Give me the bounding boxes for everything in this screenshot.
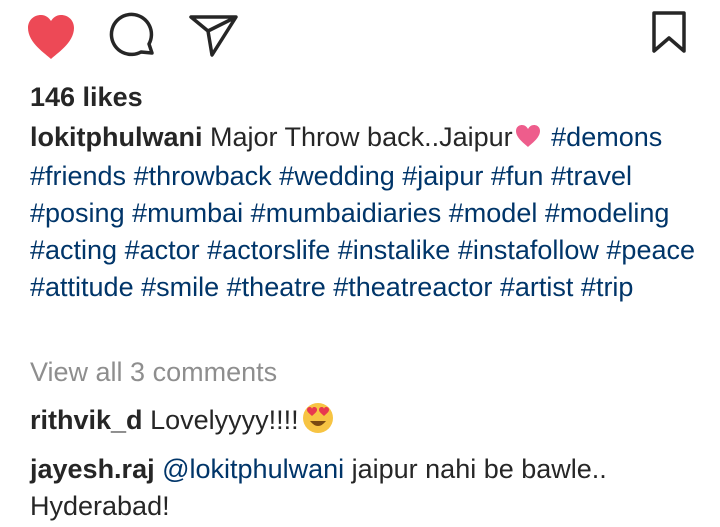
- hashtag-link[interactable]: #artist: [500, 272, 574, 302]
- comment-text: Lovelyyyy!!!!: [150, 405, 299, 435]
- heart-icon[interactable]: [24, 12, 78, 62]
- comment: jayesh.raj @lokitphulwani jaipur nahi be…: [30, 451, 710, 525]
- share-icon[interactable]: [188, 13, 240, 59]
- hashtag-link[interactable]: #jaipur: [402, 161, 483, 191]
- hashtag-link[interactable]: #peace: [606, 235, 695, 265]
- hashtag-link[interactable]: #trip: [581, 272, 634, 302]
- view-all-comments-link[interactable]: View all 3 comments: [30, 355, 277, 389]
- hashtag-link[interactable]: #demons: [551, 122, 662, 152]
- hashtag-link[interactable]: #modeling: [545, 198, 670, 228]
- hashtag-link[interactable]: #model: [449, 198, 538, 228]
- hashtag-link[interactable]: #theatre: [227, 272, 326, 302]
- pink-heart-emoji-icon: [514, 121, 542, 158]
- hashtag-link[interactable]: #fun: [491, 161, 544, 191]
- hashtag-link[interactable]: #instafollow: [458, 235, 599, 265]
- hashtag-link[interactable]: #throwback: [134, 161, 272, 191]
- hashtag-link[interactable]: #mumbai: [132, 198, 243, 228]
- hashtag-link[interactable]: #actor: [125, 235, 200, 265]
- hashtag-link[interactable]: #wedding: [279, 161, 395, 191]
- caption-text: Major Throw back..Jaipur: [210, 122, 513, 152]
- hashtag-link[interactable]: #theatreactor: [333, 272, 492, 302]
- heart-eyes-emoji-icon: [301, 401, 335, 445]
- comment-username[interactable]: jayesh.raj: [30, 454, 155, 484]
- hashtag-link[interactable]: #instalike: [338, 235, 451, 265]
- caption: lokitphulwani Major Throw back..Jaipur #…: [30, 119, 710, 306]
- caption-username[interactable]: lokitphulwani: [30, 122, 203, 152]
- likes-count[interactable]: 146 likes: [30, 80, 143, 114]
- hashtag-link[interactable]: #travel: [551, 161, 632, 191]
- comment-username[interactable]: rithvik_d: [30, 405, 143, 435]
- hashtag-link[interactable]: #smile: [141, 272, 219, 302]
- hashtag-link[interactable]: #acting: [30, 235, 117, 265]
- bookmark-icon[interactable]: [650, 10, 688, 54]
- action-bar: [0, 0, 720, 70]
- hashtag-link[interactable]: #mumbaidiaries: [251, 198, 442, 228]
- hashtag-link[interactable]: #posing: [30, 198, 125, 228]
- comment: rithvik_d Lovelyyyy!!!!: [30, 401, 710, 445]
- hashtag-link[interactable]: #actorslife: [207, 235, 330, 265]
- hashtag-link[interactable]: #friends: [30, 161, 126, 191]
- comment-icon[interactable]: [108, 12, 158, 62]
- comment-mention[interactable]: @lokitphulwani: [162, 454, 344, 484]
- hashtag-link[interactable]: #attitude: [30, 272, 134, 302]
